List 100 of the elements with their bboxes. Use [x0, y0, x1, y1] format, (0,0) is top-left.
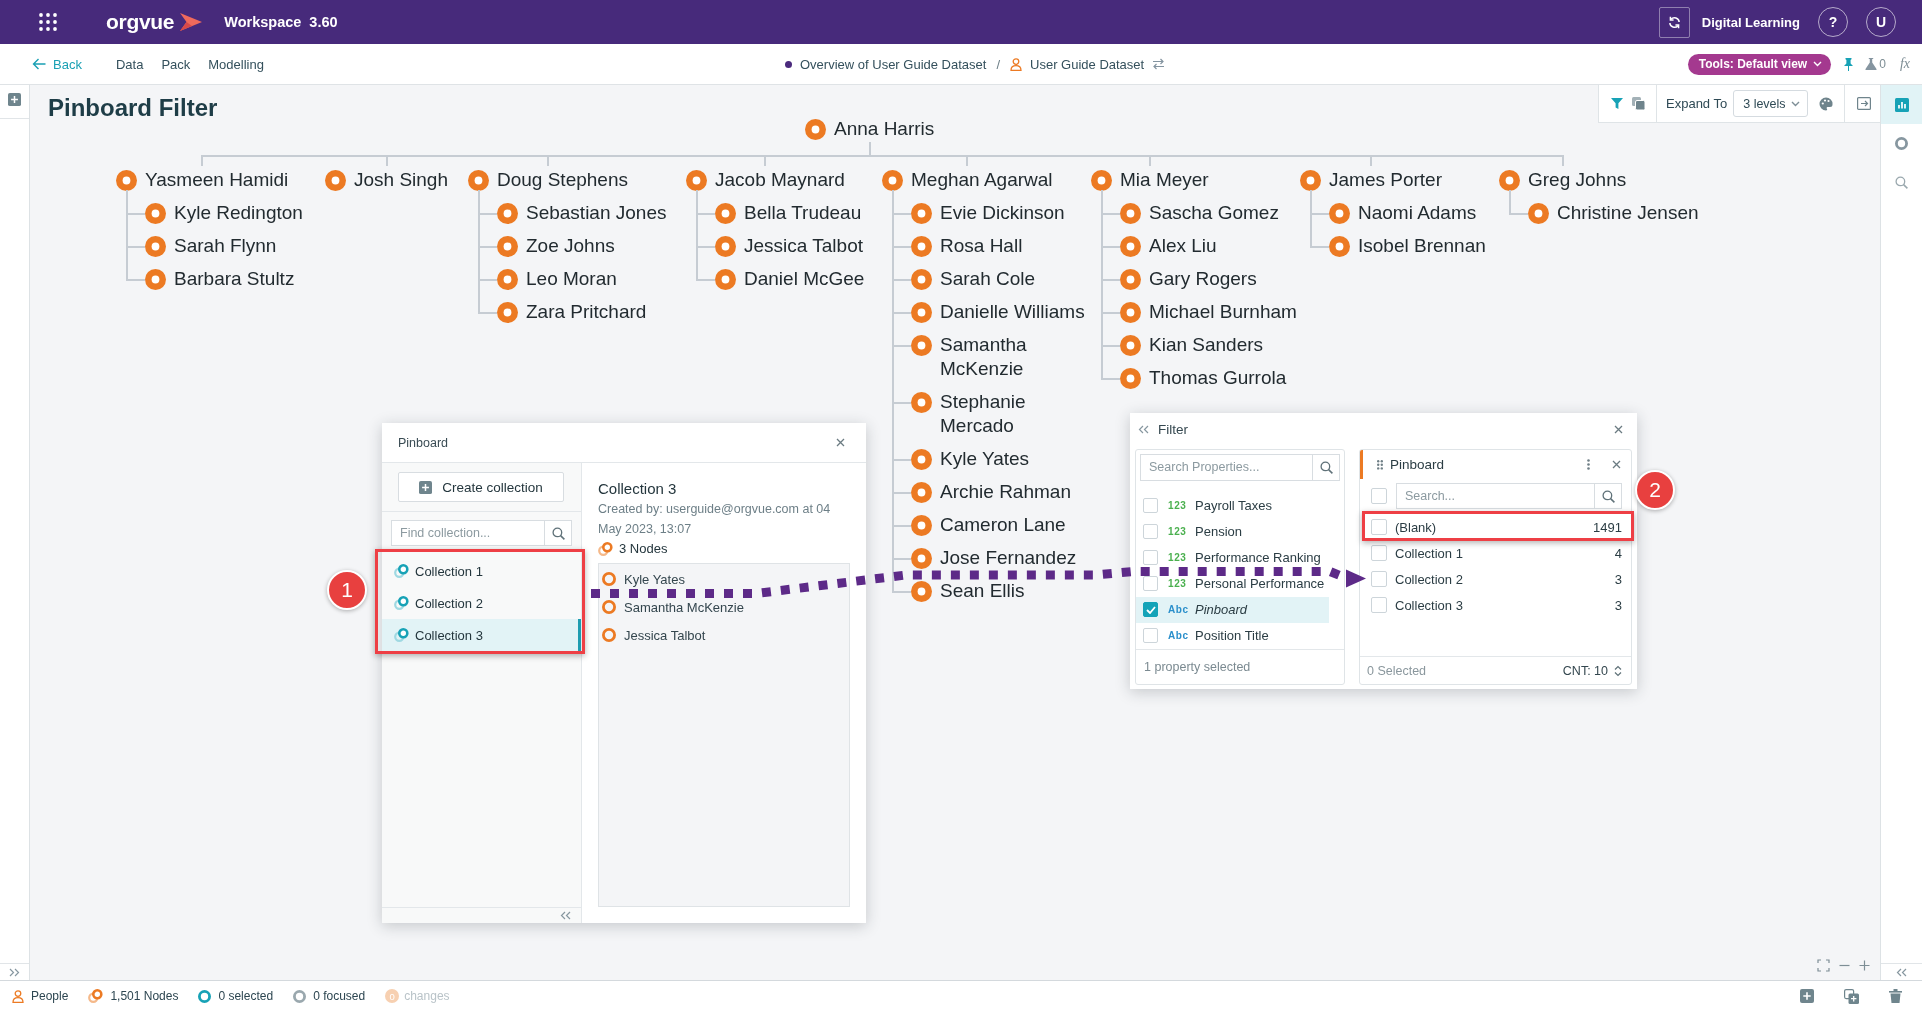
checkbox[interactable]	[1143, 628, 1158, 644]
node-icon	[1120, 301, 1141, 323]
drag-handle-icon[interactable]	[1377, 459, 1383, 470]
menu-item[interactable]: Modelling	[208, 56, 264, 72]
node-ring-icon	[602, 572, 616, 586]
duplicate-icon[interactable]	[1844, 988, 1859, 1004]
collection-item[interactable]: Collection 2	[382, 587, 581, 619]
checkbox[interactable]	[1143, 576, 1158, 592]
node-label: Stephanie Mercado	[940, 390, 1027, 438]
node-label: Yasmeen Hamidi	[145, 168, 289, 192]
zoom-in-icon[interactable]	[1859, 960, 1870, 971]
plus-icon	[419, 480, 433, 494]
property-name[interactable]: Personal Performance	[1195, 576, 1325, 592]
search-field[interactable]: Search Properties...	[1140, 454, 1312, 481]
palette-icon[interactable]	[1819, 96, 1834, 111]
checkbox[interactable]	[1143, 602, 1158, 618]
node-label: Kyle Redington	[174, 201, 303, 225]
collapse-icon[interactable]	[1138, 425, 1149, 434]
node-icon	[882, 169, 903, 191]
node-icon	[911, 448, 932, 470]
trash-icon[interactable]	[1889, 989, 1902, 1003]
ring-icon	[198, 989, 212, 1003]
collection-icon	[394, 628, 409, 642]
property-name[interactable]: Pension	[1195, 524, 1242, 540]
node-count: 3 Nodes	[619, 540, 668, 558]
node-icon	[468, 169, 489, 191]
search-icon	[1319, 460, 1333, 474]
property-name[interactable]: Performance Ranking	[1195, 550, 1321, 566]
menu-item[interactable]: Pack	[161, 56, 191, 72]
search-field[interactable]: Search...	[1396, 483, 1594, 509]
dialog-title: Pinboard	[398, 435, 449, 450]
node-icon	[325, 169, 346, 191]
close-icon[interactable]	[836, 438, 845, 447]
checkbox[interactable]	[1371, 597, 1387, 613]
checkbox[interactable]	[1371, 545, 1387, 561]
node-label: Thomas Gurrola	[1149, 366, 1287, 390]
layers-icon[interactable]	[1632, 97, 1645, 110]
checkbox[interactable]	[1143, 550, 1158, 566]
panel-title: Pinboard	[1390, 457, 1445, 472]
node-icon	[1329, 235, 1350, 257]
collapse-icon[interactable]	[560, 911, 571, 920]
collapse-icon[interactable]	[1896, 967, 1907, 977]
pin-icon[interactable]	[1843, 57, 1855, 71]
search-button[interactable]	[544, 520, 572, 546]
checkbox[interactable]	[1143, 524, 1158, 540]
checkbox[interactable]	[1371, 519, 1387, 535]
more-icon[interactable]	[1587, 459, 1590, 470]
fullscreen-icon[interactable]	[1817, 959, 1830, 972]
swap-icon[interactable]	[1152, 58, 1166, 70]
value-count: 3	[1614, 571, 1622, 587]
refresh-button[interactable]	[1658, 6, 1690, 38]
apps-grid-icon[interactable]	[38, 12, 58, 32]
property-name[interactable]: Pinboard	[1195, 602, 1248, 618]
breadcrumb-link[interactable]: Overview of User Guide Dataset	[800, 56, 987, 72]
ring-icon	[293, 989, 307, 1003]
checkbox[interactable]	[1371, 571, 1387, 587]
breadcrumb-link[interactable]: User Guide Dataset	[1030, 56, 1145, 72]
formula-button[interactable]: fx	[1899, 56, 1910, 72]
close-icon[interactable]	[1612, 460, 1621, 469]
side-panel-tab[interactable]	[1881, 85, 1922, 124]
tools-dropdown[interactable]: Tools: Default view	[1687, 53, 1832, 75]
node-icon	[715, 235, 736, 257]
type-label: 123	[1168, 526, 1188, 538]
person-icon	[12, 989, 24, 1003]
levels-dropdown[interactable]: 3 levels	[1733, 90, 1809, 117]
changes-label: changes	[404, 989, 450, 1003]
collection-icon	[394, 596, 409, 610]
node-label: Jacob Maynard	[715, 168, 845, 192]
node-icon	[715, 202, 736, 224]
filter-icon[interactable]	[1611, 98, 1623, 109]
logo-text: orgvue	[106, 10, 175, 34]
node-label: Anna Harris	[834, 117, 935, 141]
node-icon	[686, 169, 707, 191]
property-row[interactable]: Abc Pinboard	[1136, 596, 1329, 623]
close-icon[interactable]	[1614, 425, 1623, 434]
flask-button[interactable]: 0	[1865, 57, 1886, 71]
logo-icon	[180, 13, 203, 31]
node-icon	[805, 118, 826, 140]
search-button[interactable]	[1594, 483, 1622, 509]
collection-title: Collection 3	[598, 479, 678, 499]
menu-item[interactable]: Data	[115, 56, 144, 72]
collection-item[interactable]: Collection 1	[382, 555, 581, 587]
create-collection-button[interactable]: Create collection	[398, 472, 564, 502]
sort-icon[interactable]	[1614, 664, 1622, 677]
node-label: Alex Liu	[1149, 234, 1217, 258]
node-icon	[145, 202, 166, 224]
node-label: Leo Moran	[526, 267, 617, 291]
checkbox[interactable]	[1371, 488, 1387, 504]
expand-icon[interactable]	[9, 967, 20, 977]
search-field[interactable]: Find collection...	[391, 520, 544, 546]
checkbox[interactable]	[1143, 498, 1158, 514]
search-button[interactable]	[1312, 454, 1340, 481]
export-icon[interactable]	[1857, 97, 1872, 110]
add-icon[interactable]	[8, 93, 21, 106]
collection-item[interactable]: Collection 3	[382, 619, 581, 651]
add-node-icon[interactable]	[1800, 989, 1814, 1003]
node-label: Jose Fernandez	[940, 546, 1077, 570]
value-count: 1491	[1593, 519, 1622, 535]
property-name[interactable]: Payroll Taxes	[1195, 498, 1273, 514]
property-name[interactable]: Position Title	[1195, 628, 1269, 644]
